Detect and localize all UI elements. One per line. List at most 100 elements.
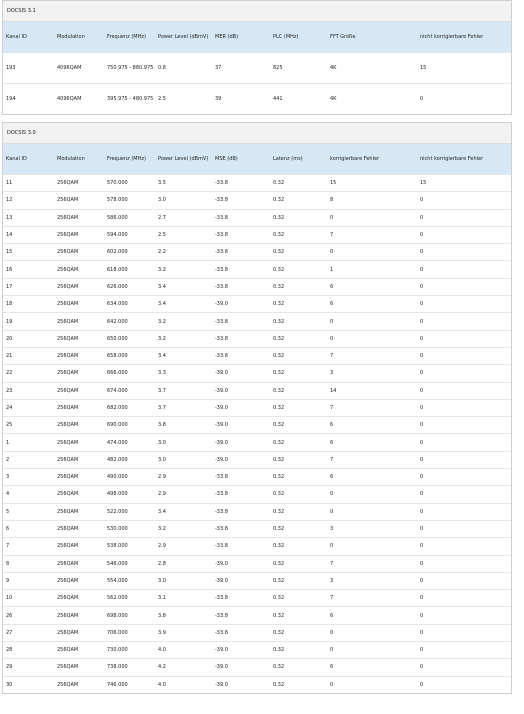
table-row: 14 256QAM 594.000 2.5 -33.8 0.32 7 0 <box>3 225 511 244</box>
table-cell: 594.000 <box>104 225 155 244</box>
table-cell: 15 <box>417 52 511 84</box>
table-cell: 19 <box>3 312 54 331</box>
table-cell: -33.8 <box>212 191 270 210</box>
table-cell: 825 <box>270 52 327 84</box>
table-cell: 3.2 <box>155 329 212 348</box>
table-row: 19 256QAM 642.000 3.2 -33.8 0.32 0 0 <box>3 312 511 331</box>
table-cell: 20 <box>3 329 54 348</box>
table-cell: 16 <box>3 260 54 279</box>
table-cell: -39.0 <box>212 658 270 677</box>
table-cell: 0 <box>417 606 511 625</box>
table-cell: 0 <box>417 519 511 538</box>
column-header: Kanal ID <box>3 144 54 175</box>
table-cell: -39.0 <box>212 571 270 590</box>
table-cell: 0.32 <box>270 208 327 227</box>
table-cell: 0.32 <box>270 623 327 642</box>
table-cell: 3.4 <box>155 502 212 521</box>
table-row: 28 256QAM 730.000 4.0 -39.0 0.32 0 0 <box>3 641 511 659</box>
table-cell: -33.8 <box>212 173 270 192</box>
table-cell: 706.000 <box>104 623 155 642</box>
table-cell: 15 <box>3 243 54 261</box>
table-cell: 256QAM <box>54 606 104 625</box>
table-cell: 15 <box>327 173 417 192</box>
docsis-31-header-row: Kanal ID Modulation Frequenz (MHz) Power Le… <box>3 22 511 53</box>
table-cell: 6 <box>327 468 417 486</box>
table-cell: 522.000 <box>104 502 155 521</box>
table-cell: 256QAM <box>54 329 104 348</box>
table-cell: -33.8 <box>212 606 270 625</box>
table-cell: 738.000 <box>104 658 155 677</box>
table-cell: 0 <box>327 208 417 227</box>
table-cell: 0.32 <box>270 191 327 210</box>
table-cell: 0.8 <box>155 52 212 84</box>
table-cell: -33.8 <box>212 519 270 538</box>
table-cell: 0.32 <box>270 554 327 573</box>
table-cell: 9 <box>3 571 54 590</box>
table-cell: 256QAM <box>54 346 104 365</box>
column-header: Latenz (ms) <box>270 144 327 175</box>
table-cell: 690.000 <box>104 416 155 434</box>
table-cell: 256QAM <box>54 589 104 607</box>
table-cell: 642.000 <box>104 312 155 331</box>
table-cell: 21 <box>3 346 54 365</box>
table-cell: -33.8 <box>212 589 270 607</box>
table-cell: -39.0 <box>212 675 270 693</box>
table-cell: 6 <box>327 606 417 625</box>
table-cell: -33.8 <box>212 260 270 279</box>
table-cell: 0 <box>417 589 511 607</box>
table-cell: 3.8 <box>155 416 212 434</box>
table-cell: -39.0 <box>212 433 270 452</box>
table-cell: 0.32 <box>270 537 327 556</box>
table-row: 3 256QAM 490.000 2.9 -33.8 0.32 6 0 <box>3 468 511 486</box>
table-cell: 3.4 <box>155 277 212 296</box>
table-cell: 7 <box>3 537 54 556</box>
table-cell: 11 <box>3 173 54 192</box>
table-cell: 0 <box>327 243 417 261</box>
table-cell: 256QAM <box>54 675 104 693</box>
table-cell: 28 <box>3 641 54 659</box>
table-cell: 6 <box>3 519 54 538</box>
table-cell: 29 <box>3 658 54 677</box>
table-cell: 666.000 <box>104 364 155 383</box>
table-cell: 650.000 <box>104 329 155 348</box>
table-cell: 3 <box>327 364 417 383</box>
table-cell: 256QAM <box>54 398 104 417</box>
table-cell: 18 <box>3 295 54 313</box>
table-cell: 3.2 <box>155 519 212 538</box>
column-header: Frequenz (MHz) <box>104 22 155 53</box>
table-cell: 3.8 <box>155 606 212 625</box>
table-cell: -39.0 <box>212 554 270 573</box>
table-row: 193 4096QAM 750.975 - 880.975 0.8 37 825 4K 15 <box>3 52 511 84</box>
table-cell: 3.1 <box>155 589 212 607</box>
table-cell: -39.0 <box>212 398 270 417</box>
table-cell: 256QAM <box>54 243 104 261</box>
table-cell: 750.975 - 880.975 <box>104 52 155 84</box>
table-cell: 8 <box>327 191 417 210</box>
table-cell: 6 <box>327 295 417 313</box>
table-cell: -33.8 <box>212 225 270 244</box>
column-header: Modulation <box>54 22 104 53</box>
table-cell: 2.9 <box>155 485 212 504</box>
table-cell: 395.975 - 480.975 <box>104 83 155 114</box>
table-cell: 746.000 <box>104 675 155 693</box>
table-cell: 4.0 <box>155 641 212 659</box>
table-cell: 682.000 <box>104 398 155 417</box>
table-cell: 0.32 <box>270 364 327 383</box>
table-cell: 0 <box>417 450 511 469</box>
table-cell: 256QAM <box>54 468 104 486</box>
table-cell: 256QAM <box>54 277 104 296</box>
table-cell: 256QAM <box>54 554 104 573</box>
table-cell: 3.4 <box>155 295 212 313</box>
column-header: Power Level (dBmV) <box>155 22 212 53</box>
table-cell: -33.8 <box>212 208 270 227</box>
table-cell: 256QAM <box>54 623 104 642</box>
table-cell: 3.0 <box>155 571 212 590</box>
table-row: 22 256QAM 666.000 3.3 -39.0 0.32 3 0 <box>3 364 511 383</box>
docsis-30-panel: DOCSIS 3.0 Kanal ID Modulation Frequenz (M… <box>2 122 512 694</box>
table-cell: 0 <box>417 295 511 313</box>
table-cell: 256QAM <box>54 641 104 659</box>
column-header: MSE (dB) <box>212 144 270 175</box>
table-cell: 0 <box>417 502 511 521</box>
table-row: 12 256QAM 578.000 3.0 -33.8 0.32 8 0 <box>3 191 511 210</box>
table-row: 29 256QAM 738.000 4.2 -39.0 0.32 6 0 <box>3 658 511 677</box>
